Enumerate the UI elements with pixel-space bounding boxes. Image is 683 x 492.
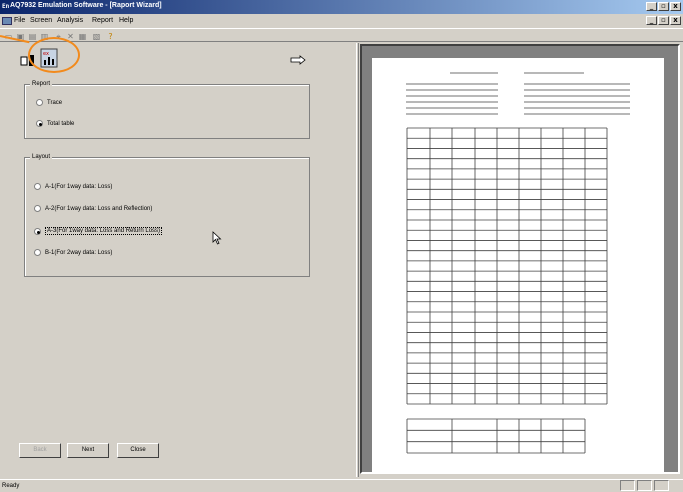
radio-a3[interactable] [34,227,41,235]
status-text: Ready [2,483,20,489]
radio-a2[interactable] [34,205,41,212]
layout-group-legend: Layout [30,154,53,160]
radio-total-table-label: Total table [47,120,75,127]
window-title: AQ7932 Emulation Software - [Raport Wiza… [10,2,162,9]
mdi-maximize-button[interactable]: ▫ [658,16,669,25]
toolbar: ▭ ▣ ▤ ▥ ⌖ ✕ ▦ ▧ ? [0,28,683,42]
radio-a3-label: A-3(For 1way data: Loss and Return Loss) [45,227,163,235]
status-cell [637,480,652,491]
menu-report[interactable]: Report [92,17,113,24]
layout-option-a2[interactable]: A-2(For 1way data: Loss and Reflection) [34,205,152,212]
report-icon[interactable]: ▧ [92,32,101,41]
report-option-trace[interactable]: Trace [36,99,62,106]
help-icon[interactable]: ? [106,32,115,41]
report-group-legend: Report [30,81,53,87]
menu-bar: File Screen Analysis Report Help [0,15,683,27]
maximize-button[interactable]: ▫ [658,2,669,11]
radio-total-table[interactable] [36,120,43,127]
status-cell [654,480,669,491]
table-icon[interactable]: ▦ [78,32,87,41]
panel-separator [356,43,359,477]
mdi-minimize-button[interactable]: _ [646,16,657,25]
radio-a1[interactable] [34,183,41,190]
title-bar: En AQ7932 Emulation Software - [Raport W… [0,0,683,14]
layout-group [24,157,310,277]
layout-option-b1[interactable]: B-1(For 2way data: Loss) [34,249,112,256]
layout-option-a1[interactable]: A-1(For 1way data: Loss) [34,183,112,190]
radio-a2-label: A-2(For 1way data: Loss and Reflection) [45,205,153,212]
layout-option-a3[interactable]: A-3(For 1way data: Loss and Return Loss) [34,227,163,235]
status-cell [620,480,635,491]
hand-pointer-icon [290,55,306,65]
back-button[interactable]: Back [19,443,61,458]
mdi-close-button[interactable]: x [670,16,681,25]
mouse-cursor-icon [212,231,222,245]
radio-trace[interactable] [36,99,43,106]
print-icon[interactable]: ▤ [28,32,37,41]
next-button[interactable]: Next [67,443,109,458]
radio-b1[interactable] [34,249,41,256]
minimize-button[interactable]: _ [646,2,657,11]
menu-file[interactable]: File [14,17,25,24]
radio-trace-label: Trace [47,99,63,106]
close-window-button[interactable]: x [670,2,681,11]
menu-help[interactable]: Help [119,17,133,24]
close-button[interactable]: Close [117,443,159,458]
menu-screen[interactable]: Screen [30,17,52,24]
report-option-total-table[interactable]: Total table [36,120,74,127]
menu-analysis[interactable]: Analysis [57,17,83,24]
radio-a1-label: A-1(For 1way data: Loss) [45,183,113,190]
report-group [24,84,310,139]
radio-b1-label: B-1(For 2way data: Loss) [45,249,113,256]
status-bar: Ready [0,479,683,492]
document-icon[interactable] [2,17,12,25]
highlight-circle [28,37,80,73]
report-layout-preview [406,72,630,454]
